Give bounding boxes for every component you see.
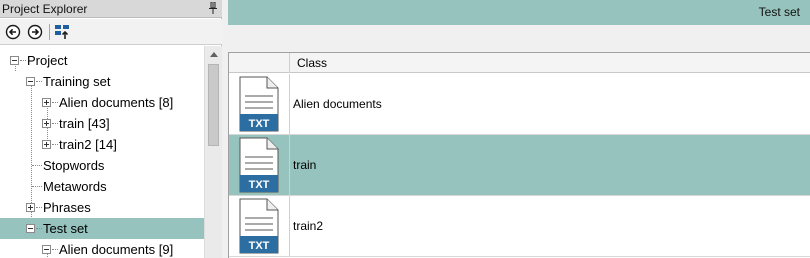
tree-node-alien-documents-test[interactable]: Alien documents [9] xyxy=(0,239,204,258)
txt-file-icon: TXT xyxy=(239,76,279,132)
project-tree: Project Training set Alien documents [8]… xyxy=(0,46,204,258)
expand-toggle-icon[interactable] xyxy=(42,119,51,128)
tree-node-label: Metawords xyxy=(43,179,107,194)
tree-node-label: Test set xyxy=(43,221,88,236)
project-explorer-panel: Project Explorer Project Training set Al… xyxy=(0,0,222,258)
expand-toggle-icon[interactable] xyxy=(42,98,51,107)
grid-row-train2[interactable]: TXT train2 xyxy=(229,196,810,257)
tree-node-training-set[interactable]: Training set xyxy=(0,71,204,92)
back-arrow-circle-icon[interactable] xyxy=(5,24,21,40)
tree-node-metawords[interactable]: Metawords xyxy=(0,176,204,197)
icon-cell: TXT xyxy=(229,135,290,195)
project-explorer-title: Project Explorer xyxy=(0,0,222,18)
icon-cell: TXT xyxy=(229,196,290,256)
grid-row-train[interactable]: TXT train xyxy=(229,135,810,196)
tree-node-stopwords[interactable]: Stopwords xyxy=(0,155,204,176)
expand-toggle-icon[interactable] xyxy=(26,203,35,212)
tree-node-train2[interactable]: train2 [14] xyxy=(0,134,204,155)
icon-cell: TXT xyxy=(229,74,290,134)
tree-node-label: Alien documents [9] xyxy=(59,242,174,257)
grid-row-alien-documents[interactable]: TXT Alien documents xyxy=(229,74,810,135)
txt-file-icon: TXT xyxy=(239,198,279,254)
tree-node-label: Project xyxy=(27,53,68,68)
project-explorer-title-text: Project Explorer xyxy=(2,2,88,16)
collapse-toggle-icon[interactable] xyxy=(26,224,35,233)
explorer-toolbar xyxy=(0,19,222,45)
row-class-label: train xyxy=(293,158,317,172)
class-grid: Class TXT Alien documents TXT train TXT … xyxy=(228,52,810,258)
grid-header: Class xyxy=(229,53,810,73)
tree-scrollbar[interactable] xyxy=(204,46,222,258)
tree-node-label: Stopwords xyxy=(43,158,105,173)
toolbar-separator xyxy=(49,24,50,40)
row-class-label: Alien documents xyxy=(293,97,382,111)
txt-badge: TXT xyxy=(249,179,270,191)
document-tab-header[interactable]: Test set xyxy=(228,0,810,25)
row-class-label: train2 xyxy=(293,219,324,233)
tree-node-alien-documents-training[interactable]: Alien documents [8] xyxy=(0,92,204,113)
tree-node-label: train [43] xyxy=(59,116,110,131)
collapse-toggle-icon[interactable] xyxy=(26,77,35,86)
expand-toggle-icon[interactable] xyxy=(42,140,51,149)
class-column-header[interactable]: Class xyxy=(297,53,327,73)
txt-badge: TXT xyxy=(249,118,270,130)
scroll-thumb[interactable] xyxy=(208,64,219,146)
tree-upload-icon[interactable] xyxy=(54,24,70,40)
tree-node-phrases[interactable]: Phrases xyxy=(0,197,204,218)
txt-file-icon: TXT xyxy=(239,137,279,193)
collapse-toggle-icon[interactable] xyxy=(42,245,51,254)
scroll-up-arrow-icon[interactable] xyxy=(210,52,218,57)
tree-node-label: Phrases xyxy=(43,200,91,215)
tree-node-label: Alien documents [8] xyxy=(59,95,174,110)
document-title: Test set xyxy=(758,5,800,19)
tree-node-label: train2 [14] xyxy=(59,137,117,152)
collapse-toggle-icon[interactable] xyxy=(10,56,19,65)
txt-badge: TXT xyxy=(249,240,270,252)
pin-icon[interactable] xyxy=(208,2,218,15)
tree-node-project[interactable]: Project xyxy=(0,50,204,71)
icon-column-header[interactable] xyxy=(229,53,290,73)
tree-node-train[interactable]: train [43] xyxy=(0,113,204,134)
tree-node-label: Training set xyxy=(43,74,111,89)
forward-arrow-circle-icon[interactable] xyxy=(27,24,43,40)
tree-node-test-set[interactable]: Test set xyxy=(0,218,204,239)
